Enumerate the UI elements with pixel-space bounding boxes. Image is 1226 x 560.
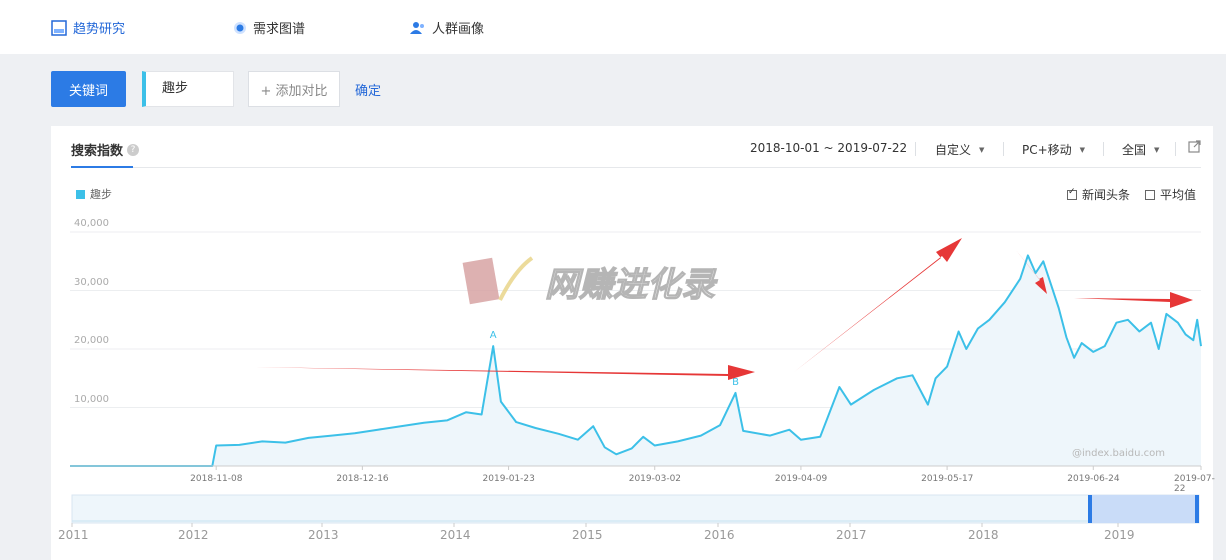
overview-left-handle[interactable] — [1088, 495, 1092, 523]
x-tick-label: 2018-12-16 — [336, 474, 389, 484]
x-tick-label: 2018-11-08 — [190, 474, 243, 484]
overview-selection[interactable] — [1090, 495, 1198, 523]
x-tick-marks — [215, 466, 1202, 470]
overview-strip[interactable] — [71, 494, 1200, 524]
annotation-label[interactable]: A — [490, 330, 497, 341]
overview-year-label: 2017 — [836, 528, 867, 542]
overview-year-ticks — [71, 523, 1119, 527]
y-tick-label: 20,000 — [74, 335, 109, 346]
search-index-chart[interactable]: AB 网赚进化录 @index.baidu.com — [0, 0, 1226, 560]
red-arrow-icon — [1074, 292, 1193, 308]
y-tick-label: 10,000 — [74, 393, 109, 405]
red-arrow-icon — [794, 238, 962, 372]
x-tick-label: 2019-07-22 — [1174, 474, 1215, 494]
overview-year-label: 2016 — [704, 528, 735, 542]
y-tick-label: 40,000 — [74, 218, 109, 229]
x-tick-label: 2019-01-23 — [482, 474, 535, 484]
x-tick-label: 2019-06-24 — [1067, 474, 1120, 484]
index-watermark: @index.baidu.com — [1072, 448, 1165, 459]
overview-year-label: 2018 — [968, 528, 999, 542]
overview-year-label: 2013 — [308, 528, 339, 542]
x-tick-label: 2019-05-17 — [921, 474, 974, 484]
y-tick-label: 30,000 — [74, 276, 109, 288]
annotations: AB — [490, 330, 739, 388]
overview-year-label: 2019 — [1104, 528, 1135, 542]
annotation-label[interactable]: B — [732, 377, 739, 388]
overview-year-label: 2014 — [440, 528, 471, 542]
overview-year-label: 2011 — [58, 528, 89, 542]
overlay-watermark-text: 网赚进化录 — [545, 265, 718, 305]
overview-year-label: 2015 — [572, 528, 603, 542]
overview-right-handle[interactable] — [1195, 495, 1199, 523]
overlay-logo — [462, 256, 534, 305]
x-tick-label: 2019-03-02 — [628, 474, 682, 484]
overview-year-label: 2012 — [178, 528, 209, 542]
x-tick-label: 2019-04-09 — [774, 474, 828, 484]
red-arrow-icon — [245, 365, 755, 380]
